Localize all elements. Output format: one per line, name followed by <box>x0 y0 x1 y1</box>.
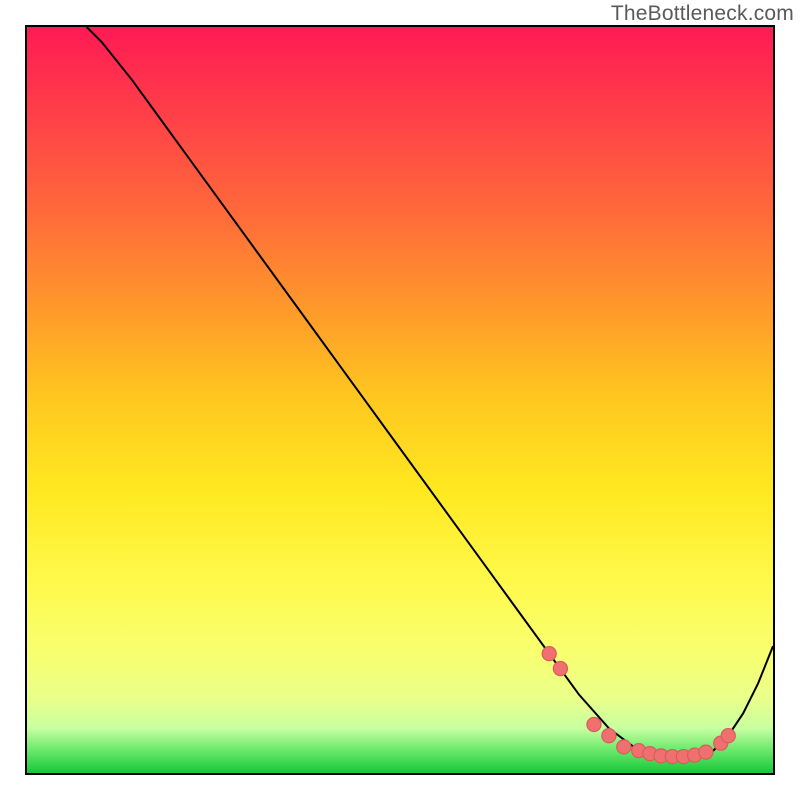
chart-stage: TheBottleneck.com <box>0 0 800 800</box>
dots-svg <box>27 27 773 773</box>
plot-area <box>25 25 775 775</box>
highlighted-points <box>542 647 735 764</box>
highlight-dot <box>587 717 601 731</box>
highlight-dot <box>699 745 713 759</box>
highlight-dot <box>542 647 556 661</box>
highlight-dot <box>602 729 616 743</box>
watermark-text: TheBottleneck.com <box>611 2 794 26</box>
highlight-dot <box>721 729 735 743</box>
highlight-dot <box>553 661 567 675</box>
highlight-dot <box>617 740 631 754</box>
